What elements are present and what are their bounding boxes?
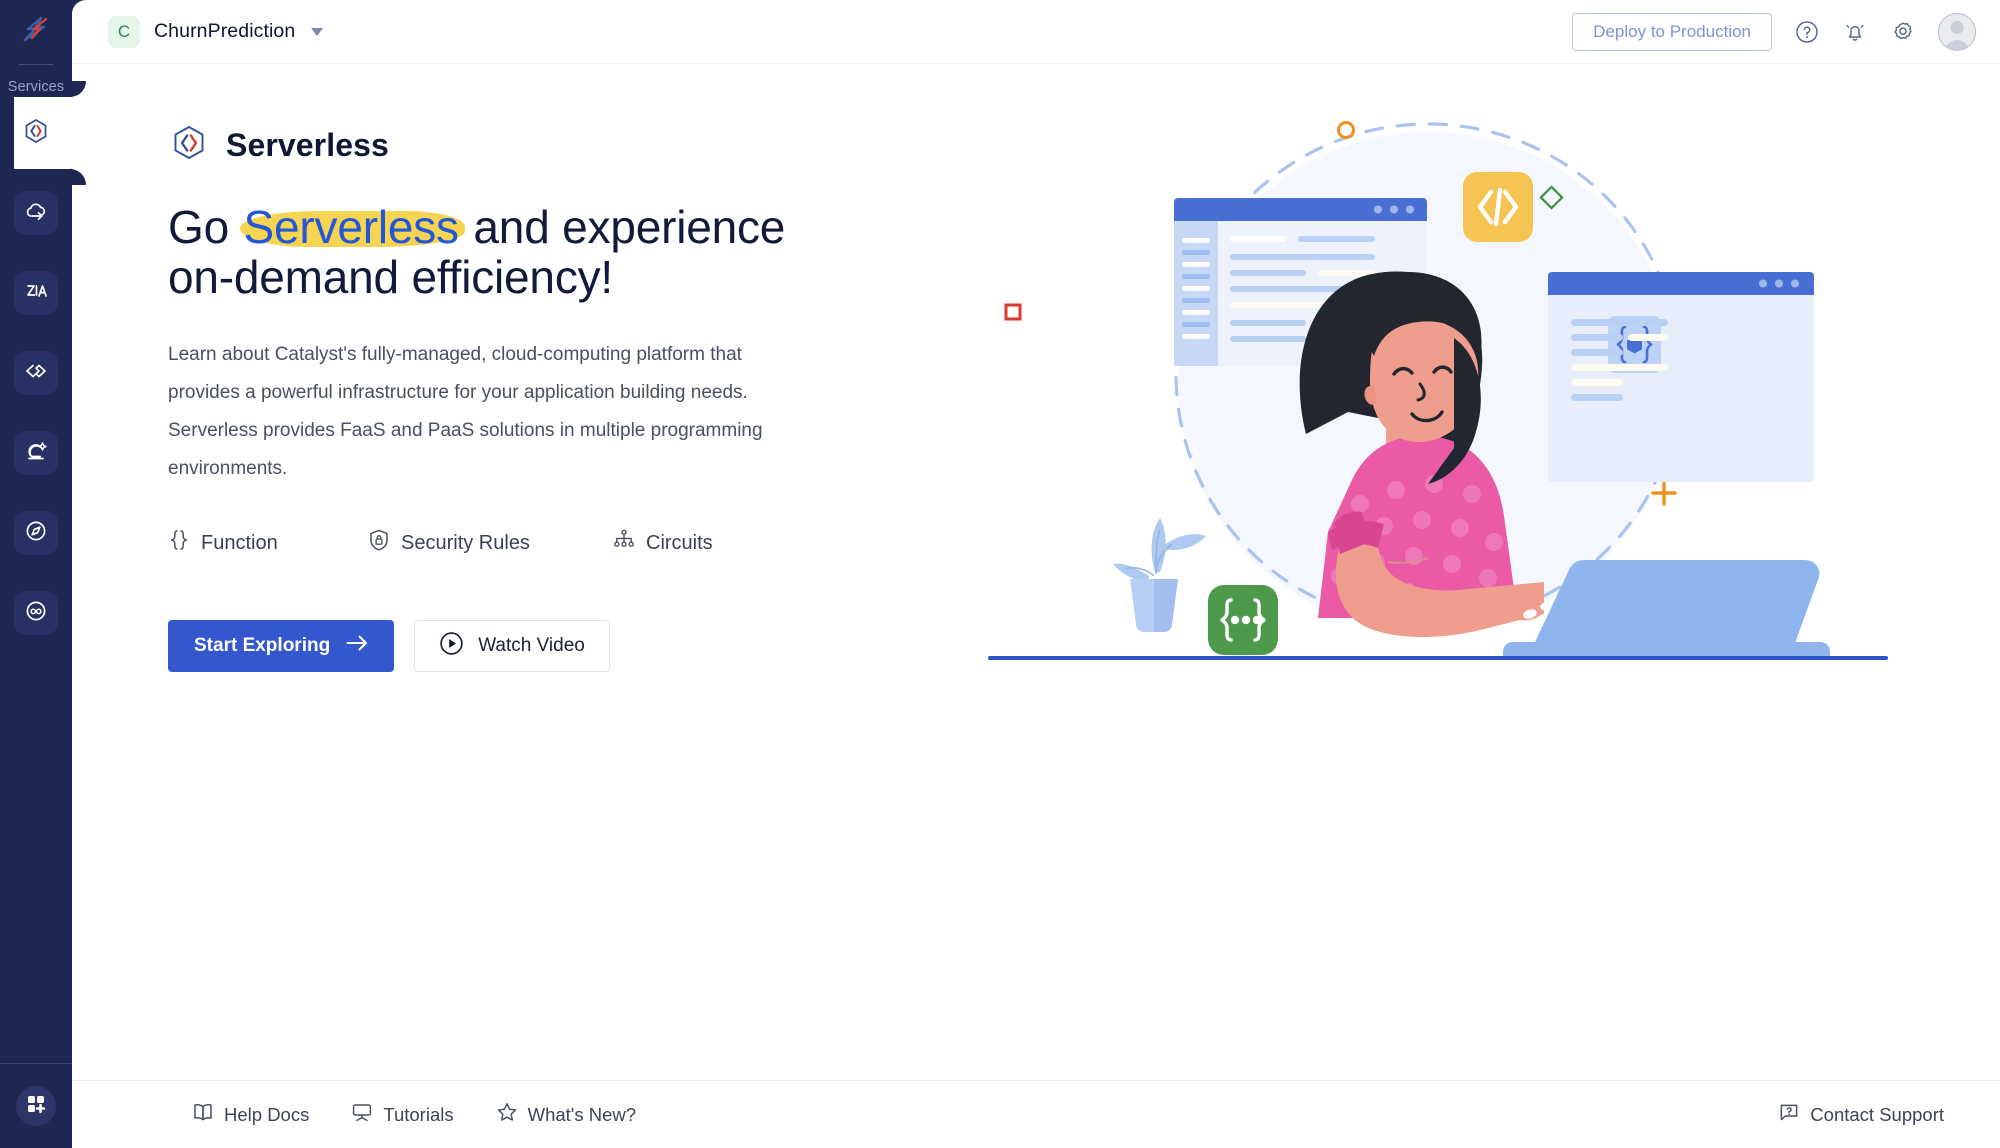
contact-support-label: Contact Support xyxy=(1810,1103,1944,1125)
bell-icon[interactable] xyxy=(1842,19,1868,45)
start-exploring-button[interactable]: Start Exploring xyxy=(168,620,395,673)
contact-support-link[interactable]: Contact Support xyxy=(1778,1101,1944,1128)
footer-support: Contact Support xyxy=(1778,1101,1944,1128)
sidebar-items xyxy=(0,81,86,671)
feature-label: Security Rules xyxy=(401,531,530,554)
footer-help-docs[interactable]: Help Docs xyxy=(192,1101,309,1128)
zia-ai-icon xyxy=(23,278,49,309)
watch-video-label: Watch Video xyxy=(478,635,585,657)
sidebar-item-quickml[interactable] xyxy=(14,431,58,475)
compass-icon xyxy=(23,518,49,549)
feature-label: Function xyxy=(201,531,278,554)
serverless-hexagon-icon xyxy=(168,122,210,169)
json-badge xyxy=(1208,585,1278,655)
curly-braces-icon xyxy=(168,528,190,558)
chevron-down-icon xyxy=(311,27,324,36)
watch-video-button[interactable]: Watch Video xyxy=(414,620,610,673)
start-exploring-label: Start Exploring xyxy=(194,635,331,657)
avatar-head xyxy=(1950,20,1964,34)
code-hexagon-icon xyxy=(22,117,50,150)
feature-label: Circuits xyxy=(646,531,713,554)
catalyst-logo-icon xyxy=(19,13,53,52)
footer-tutorials[interactable]: Tutorials xyxy=(351,1101,454,1128)
gear-icon[interactable] xyxy=(1890,19,1916,45)
sidebar-services-label: Services xyxy=(7,79,65,95)
arrow-right-icon xyxy=(346,635,368,657)
headline-pre: Go xyxy=(168,201,242,253)
header-actions: Deploy to Production xyxy=(1572,12,1976,51)
sidebar-divider xyxy=(19,64,53,65)
hierarchy-tree-icon xyxy=(613,528,635,558)
sidebar-item-serverless[interactable] xyxy=(14,81,86,185)
footer-link-label: Help Docs xyxy=(224,1103,310,1125)
star-icon xyxy=(496,1101,518,1128)
hero-description: Learn about Catalyst's fully-managed, cl… xyxy=(168,344,763,480)
catalyst-logo[interactable] xyxy=(0,0,72,64)
serverless-brand: Serverless xyxy=(168,122,948,169)
book-open-icon xyxy=(192,1101,214,1128)
feature-circuits[interactable]: Circuits xyxy=(613,528,713,558)
page-title: Serverless xyxy=(226,127,389,163)
feature-list: Function Security Rules Circuits xyxy=(168,528,948,558)
crystal-ball-sparkle-icon xyxy=(23,438,49,469)
sidebar-item-monitoring[interactable] xyxy=(14,591,58,635)
avatar-body xyxy=(1944,39,1970,50)
hero-right-column xyxy=(988,121,2000,1080)
sidebar-bottom xyxy=(0,1063,72,1148)
main-panel: C ChurnPrediction Deploy to Production S… xyxy=(72,0,2000,1148)
sidebar-item-zia-ai[interactable] xyxy=(14,271,58,315)
code-badge xyxy=(1463,172,1533,242)
app-root: Services C ChurnPrediction Deploy to Pro… xyxy=(0,0,2000,1148)
presentation-board-icon xyxy=(351,1101,373,1128)
feature-security-rules[interactable]: Security Rules xyxy=(368,528,613,558)
headline-highlight: Serverless xyxy=(239,201,466,253)
shield-lock-icon xyxy=(368,528,390,558)
cta-row: Start Exploring Watch Video xyxy=(168,620,948,673)
cloud-arrow-icon xyxy=(23,198,49,229)
grid-plus-icon xyxy=(25,1093,47,1120)
footer-links: Help Docs Tutorials What's New? xyxy=(192,1101,636,1128)
feature-function[interactable]: Function xyxy=(168,528,368,558)
sidebar-item-signals[interactable] xyxy=(14,511,58,555)
serverless-illustration xyxy=(988,112,1888,697)
sidebar-item-devops[interactable] xyxy=(14,351,58,395)
sidebar-bottom-divider xyxy=(0,1063,72,1064)
goggles-icon xyxy=(23,598,49,629)
help-circle-icon[interactable] xyxy=(1794,19,1820,45)
app-switcher-button[interactable] xyxy=(16,1086,56,1126)
project-name: ChurnPrediction xyxy=(154,20,296,42)
illustration-plant xyxy=(1113,518,1206,632)
illustration-window-front xyxy=(1548,272,1814,482)
play-circle-icon xyxy=(439,631,464,662)
footer-link-label: Tutorials xyxy=(383,1103,454,1125)
hero-left-column: Serverless Go Serverless and experience … xyxy=(168,122,988,1080)
hero-headline: Go Serverless and experience on-demand e… xyxy=(168,201,828,302)
bottom-footer: Help Docs Tutorials What's New? Contact … xyxy=(72,1080,2000,1148)
chat-question-icon xyxy=(1778,1101,1800,1128)
hero-content: Serverless Go Serverless and experience … xyxy=(72,64,2000,1080)
project-initial-badge: C xyxy=(108,15,140,48)
left-sidebar: Services xyxy=(0,0,86,1148)
double-chevron-icon xyxy=(23,358,49,389)
project-selector[interactable]: C ChurnPrediction xyxy=(108,15,324,48)
user-avatar[interactable] xyxy=(1938,12,1976,51)
top-header: C ChurnPrediction Deploy to Production xyxy=(72,0,2000,64)
deploy-to-production-button[interactable]: Deploy to Production xyxy=(1572,12,1772,51)
footer-link-label: What's New? xyxy=(527,1103,637,1125)
footer-whats-new[interactable]: What's New? xyxy=(496,1101,636,1128)
sidebar-item-cloud-scale[interactable] xyxy=(14,191,58,235)
